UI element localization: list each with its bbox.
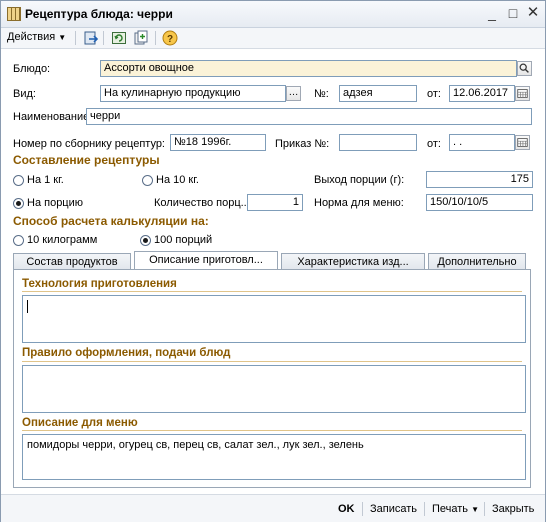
calendar-icon[interactable] — [515, 135, 530, 150]
dish-label: Блюдо: — [13, 63, 51, 75]
tab-products[interactable]: Состав продуктов — [13, 253, 131, 270]
yield-label: Выход порции (г): — [314, 174, 405, 186]
radio-1kg-label: На 1 кг. — [27, 174, 64, 186]
toolbar-divider — [155, 31, 156, 45]
serve-textarea[interactable] — [22, 365, 526, 413]
title-bar: Рецептура блюда: черри _ □ ✕ — [1, 1, 545, 28]
dish-field[interactable]: Ассорти овощное — [100, 60, 517, 77]
save-button[interactable]: Записать — [370, 503, 417, 515]
chevron-down-icon: ▼ — [58, 33, 67, 42]
search-icon[interactable] — [517, 61, 532, 76]
serve-title: Правило оформления, подачи блюд — [22, 347, 231, 359]
portions-field[interactable]: 1 — [247, 194, 303, 211]
kind-field[interactable]: На кулинарную продукцию — [100, 85, 286, 102]
post-document-icon[interactable] — [83, 30, 99, 46]
calc-section-title: Способ расчета калькуляции на: — [13, 214, 209, 228]
name-field[interactable]: черри — [86, 108, 532, 125]
order-field[interactable] — [339, 134, 417, 151]
tech-textarea[interactable] — [22, 295, 526, 343]
bottom-divider — [424, 502, 425, 516]
yield-field[interactable]: 175 — [426, 171, 533, 188]
radio-portion[interactable] — [13, 198, 24, 209]
close-button[interactable]: Закрыть — [492, 503, 534, 515]
kind-label: Вид: — [13, 88, 36, 100]
radio-10-kilograms[interactable] — [13, 235, 24, 246]
tab-panel: Технология приготовления Правило оформле… — [13, 269, 531, 488]
order-date-label: от: — [427, 138, 441, 150]
name-label: Наименование: — [13, 111, 93, 123]
copy-document-icon[interactable] — [133, 30, 149, 46]
tech-title: Технология приготовления — [22, 278, 177, 290]
toolbar: Действия ▼ ? — [1, 28, 545, 49]
date-field[interactable]: 12.06.2017 — [449, 85, 515, 102]
menu-norm-label: Норма для меню: — [314, 197, 404, 209]
order-label: Приказ №: — [275, 138, 330, 150]
recipe-window: Рецептура блюда: черри _ □ ✕ Действия ▼ … — [0, 0, 546, 522]
toolbar-divider — [103, 31, 104, 45]
radio-100-portions-label: 100 порций — [154, 234, 213, 246]
date-label: от: — [427, 88, 441, 100]
compose-section-title: Составление рецептуры — [13, 153, 160, 167]
number-label: №: — [314, 88, 329, 100]
bottom-divider — [484, 502, 485, 516]
help-icon[interactable]: ? — [162, 30, 178, 46]
portions-label: Количество порц... — [154, 197, 250, 209]
refresh-icon[interactable] — [111, 30, 127, 46]
order-date-field[interactable]: . . — [449, 134, 515, 151]
radio-10-kilograms-label: 10 килограмм — [27, 234, 98, 246]
tab-strip: Состав продуктов Описание приготовл... Х… — [13, 251, 528, 270]
bottom-bar: OK Записать Печать ▼ Закрыть — [1, 494, 545, 522]
radio-100-portions[interactable] — [140, 235, 151, 246]
radio-10kg[interactable] — [142, 175, 153, 186]
print-label: Печать — [432, 503, 469, 515]
ok-button[interactable]: OK — [338, 503, 355, 515]
section-divider — [22, 291, 522, 292]
section-divider — [22, 361, 522, 362]
tab-cooking-description[interactable]: Описание приготовл... — [134, 251, 278, 270]
menu-title: Описание для меню — [22, 417, 138, 429]
radio-10kg-label: На 10 кг. — [156, 174, 199, 186]
radio-1kg[interactable] — [13, 175, 24, 186]
tab-characteristics[interactable]: Характеристика изд... — [281, 253, 425, 270]
close-window-button[interactable]: ✕ — [524, 4, 542, 22]
actions-label: Действия — [7, 31, 56, 43]
text-cursor — [27, 300, 28, 313]
collection-field[interactable]: №18 1996г. — [170, 134, 266, 151]
collection-label: Номер по сборнику рецептур: — [13, 138, 165, 150]
calendar-icon[interactable] — [515, 86, 530, 101]
toolbar-divider — [75, 31, 76, 45]
radio-portion-label: На порцию — [27, 197, 84, 209]
minimize-button[interactable]: _ — [483, 4, 501, 22]
chevron-down-icon: ▼ — [471, 505, 480, 514]
help-glyph: ? — [167, 34, 173, 45]
maximize-button[interactable]: □ — [504, 4, 522, 22]
bottom-divider — [362, 502, 363, 516]
print-button[interactable]: Печать ▼ — [432, 503, 479, 515]
kind-select-button[interactable]: … — [286, 86, 301, 101]
menu-norm-field[interactable]: 150/10/10/5 — [426, 194, 533, 211]
tab-additional[interactable]: Дополнительно — [428, 253, 526, 270]
number-field[interactable]: адзея — [339, 85, 417, 102]
menu-textarea[interactable]: помидоры черри, огурец св, перец св, сал… — [22, 434, 526, 480]
recipe-window-icon — [7, 7, 21, 21]
window-title: Рецептура блюда: черри — [25, 7, 173, 21]
section-divider — [22, 430, 522, 431]
actions-menu[interactable]: Действия ▼ — [7, 31, 66, 43]
